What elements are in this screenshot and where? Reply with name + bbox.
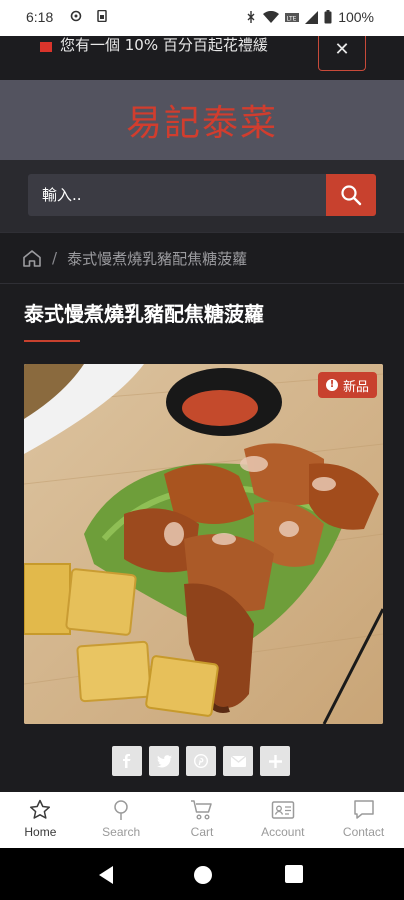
signal-icon — [305, 10, 319, 24]
battery-icon — [324, 10, 332, 24]
new-badge-label: 新品 — [342, 379, 369, 395]
share-email-button[interactable] — [223, 746, 253, 776]
twitter-icon — [156, 754, 172, 767]
nav-account-label: Account — [261, 825, 305, 839]
sim-card-icon — [97, 10, 107, 22]
pinterest-icon — [194, 754, 208, 768]
share-more-button[interactable] — [260, 746, 290, 776]
new-badge: ! 新品 — [317, 372, 377, 398]
email-icon — [230, 755, 246, 767]
nav-contact[interactable]: Contact — [323, 792, 404, 848]
announcement-bar: 您有一個 10% 百分百起花禮緩 ✕ — [0, 36, 404, 80]
vibrate-icon — [247, 11, 255, 23]
search-icon — [341, 185, 362, 206]
announcement-flag-icon — [40, 42, 52, 52]
breadcrumb-separator: / — [52, 249, 58, 267]
star-icon — [30, 799, 51, 819]
share-facebook-button[interactable] — [112, 746, 142, 776]
roast-pork-photo — [24, 364, 383, 724]
home-icon[interactable] — [22, 248, 42, 268]
site-header: 易記泰菜 — [0, 80, 404, 160]
nav-home-label: Home — [24, 825, 57, 839]
nav-cart-label: Cart — [190, 825, 214, 839]
nav-search[interactable]: Search — [81, 792, 162, 848]
account-card-icon — [271, 801, 295, 819]
search-button[interactable] — [326, 174, 376, 216]
cart-icon — [190, 800, 212, 820]
nav-cart[interactable]: Cart — [162, 792, 243, 848]
product-title: 泰式慢煮燒乳豬配焦糖菠蘿 — [24, 302, 264, 326]
chat-bubble-icon — [353, 800, 374, 819]
status-right-icons: LTE 100% — [245, 9, 374, 25]
share-twitter-button[interactable] — [149, 746, 179, 776]
breadcrumb: / 泰式慢煮燒乳豬配焦糖菠蘿 — [0, 232, 404, 284]
settings-gear-icon — [70, 10, 82, 22]
lte-icon: LTE — [285, 12, 300, 22]
svg-text:LTE: LTE — [287, 15, 297, 22]
info-icon: ! — [325, 379, 338, 391]
nav-account[interactable]: Account — [242, 792, 323, 848]
nav-search-label: Search — [102, 825, 141, 839]
plus-icon — [268, 754, 282, 768]
product-image[interactable]: ! 新品 — [24, 364, 383, 724]
site-logo[interactable]: 易記泰菜 — [126, 94, 278, 146]
home-circle-icon[interactable] — [192, 864, 214, 886]
system-nav-bar — [0, 848, 404, 900]
search-icon — [114, 800, 128, 820]
title-underline — [24, 340, 80, 342]
search-input[interactable] — [28, 174, 326, 216]
search-bar — [0, 160, 404, 232]
nav-home[interactable]: Home — [0, 792, 81, 848]
status-time: 6:18 — [26, 9, 54, 25]
share-pinterest-button[interactable] — [186, 746, 216, 776]
wifi-icon — [263, 10, 280, 23]
bottom-nav: Home Search Cart Account Contact — [0, 792, 404, 848]
breadcrumb-current: 泰式慢煮燒乳豬配焦糖菠蘿 — [67, 249, 248, 268]
back-icon[interactable] — [96, 864, 118, 886]
nav-contact-label: Contact — [342, 825, 385, 839]
announcement-text: 您有一個 10% 百分百起花禮緩 — [60, 36, 268, 54]
share-buttons — [112, 746, 290, 776]
battery-percent: 100% — [338, 9, 374, 25]
status-bar: 6:18 LTE 100% — [0, 0, 404, 36]
facebook-icon — [123, 754, 131, 768]
announcement-close-button[interactable]: ✕ — [318, 36, 366, 71]
recents-icon[interactable] — [284, 864, 304, 884]
